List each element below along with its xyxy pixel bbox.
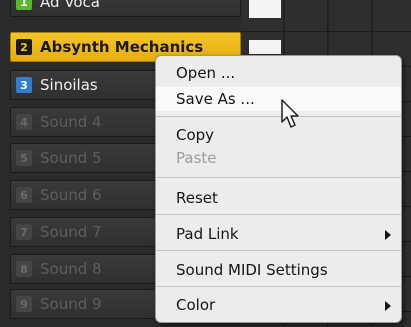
sound-number-badge: 6 xyxy=(16,187,32,203)
sound-name: Ad Voca xyxy=(40,0,100,11)
menu-item-label: Sound MIDI Settings xyxy=(176,261,328,279)
sound-number-badge: 4 xyxy=(16,114,32,130)
menu-item-label: Paste xyxy=(176,149,217,167)
menu-divider xyxy=(156,116,401,117)
sound-name: Sound 7 xyxy=(40,223,102,241)
submenu-arrow-icon xyxy=(385,301,391,311)
menu-item-color[interactable]: Color xyxy=(156,293,401,317)
sound-name: Sound 8 xyxy=(40,260,102,278)
context-menu: Open ... Save As ... Copy Paste Reset Pa… xyxy=(155,55,402,323)
key-highlight xyxy=(249,0,281,18)
menu-item-label: Copy xyxy=(176,126,215,144)
sound-number-badge: 8 xyxy=(16,261,32,277)
key-highlight xyxy=(249,40,281,54)
menu-item-copy[interactable]: Copy xyxy=(156,123,401,147)
sound-number-badge: 3 xyxy=(16,77,32,93)
menu-item-paste[interactable]: Paste xyxy=(156,146,401,170)
sound-number-badge: 2 xyxy=(16,39,32,55)
sound-name: Sinoilas xyxy=(40,76,98,94)
menu-item-save-as[interactable]: Save As ... xyxy=(156,87,401,111)
menu-item-label: Open ... xyxy=(176,64,236,82)
menu-divider xyxy=(156,286,401,287)
menu-item-label: Reset xyxy=(176,189,218,207)
menu-item-sound-midi-settings[interactable]: Sound MIDI Settings xyxy=(156,258,401,282)
menu-item-label: Save As ... xyxy=(176,90,255,108)
sound-number-badge: 9 xyxy=(16,296,32,312)
menu-item-label: Color xyxy=(176,296,216,314)
sound-name: Absynth Mechanics xyxy=(40,38,204,56)
maschine-window: 1 Ad Voca 2 Absynth Mechanics 3 Sinoilas… xyxy=(0,0,411,327)
sound-name: Sound 4 xyxy=(40,113,102,131)
sound-slot-1[interactable]: 1 Ad Voca xyxy=(10,0,241,17)
sound-number-badge: 1 xyxy=(16,0,32,10)
sound-number-badge: 7 xyxy=(16,224,32,240)
sound-name: Sound 6 xyxy=(40,186,102,204)
mouse-pointer-icon xyxy=(281,99,299,128)
menu-item-pad-link[interactable]: Pad Link xyxy=(156,222,401,246)
menu-item-open[interactable]: Open ... xyxy=(156,61,401,85)
sound-name: Sound 9 xyxy=(40,295,102,313)
sound-number-badge: 5 xyxy=(16,150,32,166)
grid-line xyxy=(241,31,411,32)
sound-name: Sound 5 xyxy=(40,149,102,167)
menu-divider xyxy=(156,214,401,215)
menu-divider xyxy=(156,177,401,178)
menu-item-label: Pad Link xyxy=(176,225,239,243)
menu-divider xyxy=(156,250,401,251)
menu-item-reset[interactable]: Reset xyxy=(156,186,401,210)
submenu-arrow-icon xyxy=(385,230,391,240)
